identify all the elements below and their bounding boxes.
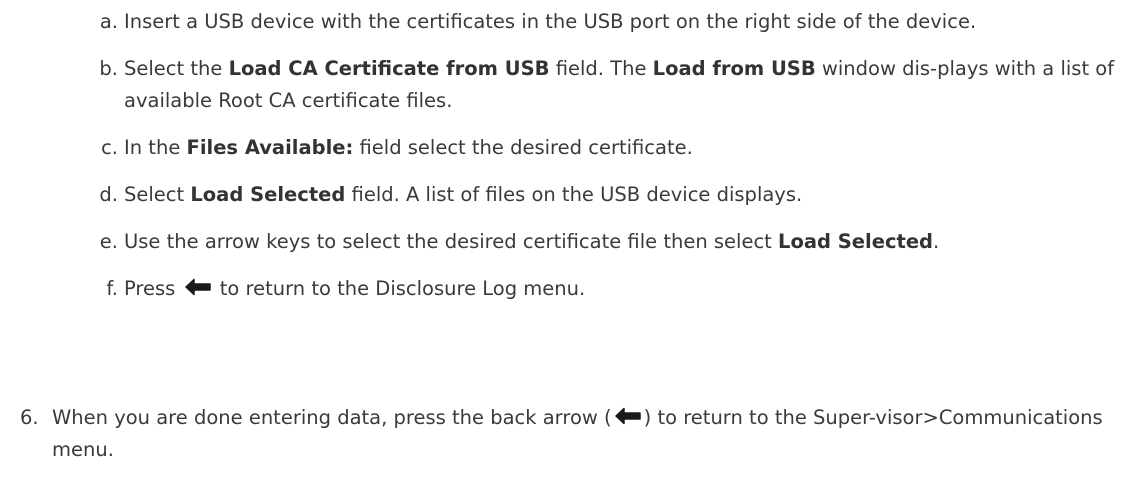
- step-6-item: 6. When you are done entering data, pres…: [20, 402, 1130, 466]
- substep-f-text-2: to return to the Disclosure Log menu.: [213, 277, 586, 300]
- substep-d: d. Select Load Selected field. A list of…: [92, 179, 1142, 211]
- substep-marker: b.: [99, 57, 118, 80]
- substep-d-text-2: field. A list of files on the USB device…: [345, 183, 803, 206]
- substep-d-text-1: Select: [124, 183, 191, 206]
- substep-f: f. Press to return to the Disclosure Log…: [92, 273, 1142, 305]
- substep-list: a. Insert a USB device with the certific…: [92, 6, 1142, 320]
- substep-marker: a.: [99, 10, 118, 33]
- substep-e: e. Use the arrow keys to select the desi…: [92, 226, 1142, 258]
- back-arrow-icon: [184, 275, 211, 296]
- substep-c: c. In the Files Available: field select …: [92, 132, 1142, 164]
- document-page: a. Insert a USB device with the certific…: [0, 0, 1148, 483]
- back-arrow-icon: [614, 404, 641, 425]
- substep-e-text-1: Use the arrow keys to select the desired…: [124, 230, 779, 253]
- substep-e-text-2: .: [933, 230, 940, 253]
- substep-b-text-2: field. The: [549, 57, 653, 80]
- substep-b-text-1: Select the: [124, 57, 229, 80]
- substep-b-bold-2: Load from USB: [652, 57, 816, 80]
- substep-b: b. Select the Load CA Certificate from U…: [92, 53, 1142, 117]
- substep-c-text-1: In the: [124, 136, 187, 159]
- substep-c-text-2: field select the desired certificate.: [353, 136, 693, 159]
- substep-c-bold: Files Available:: [186, 136, 354, 159]
- step-marker: 6.: [20, 406, 39, 429]
- substep-a-text: Insert a USB device with the certificate…: [124, 10, 977, 33]
- substep-marker: e.: [99, 230, 118, 253]
- step-6-text-1: When you are done entering data, press t…: [52, 406, 612, 429]
- substep-a: a. Insert a USB device with the certific…: [92, 6, 1142, 38]
- step-6: 6. When you are done entering data, pres…: [20, 402, 1130, 481]
- substep-d-bold: Load Selected: [190, 183, 346, 206]
- substep-marker: d.: [99, 183, 118, 206]
- substep-f-text-1: Press: [124, 277, 182, 300]
- substep-e-bold: Load Selected: [778, 230, 934, 253]
- substep-marker: c.: [101, 136, 118, 159]
- substep-marker: f.: [106, 277, 118, 300]
- substep-b-bold-1: Load CA Certificate from USB: [228, 57, 550, 80]
